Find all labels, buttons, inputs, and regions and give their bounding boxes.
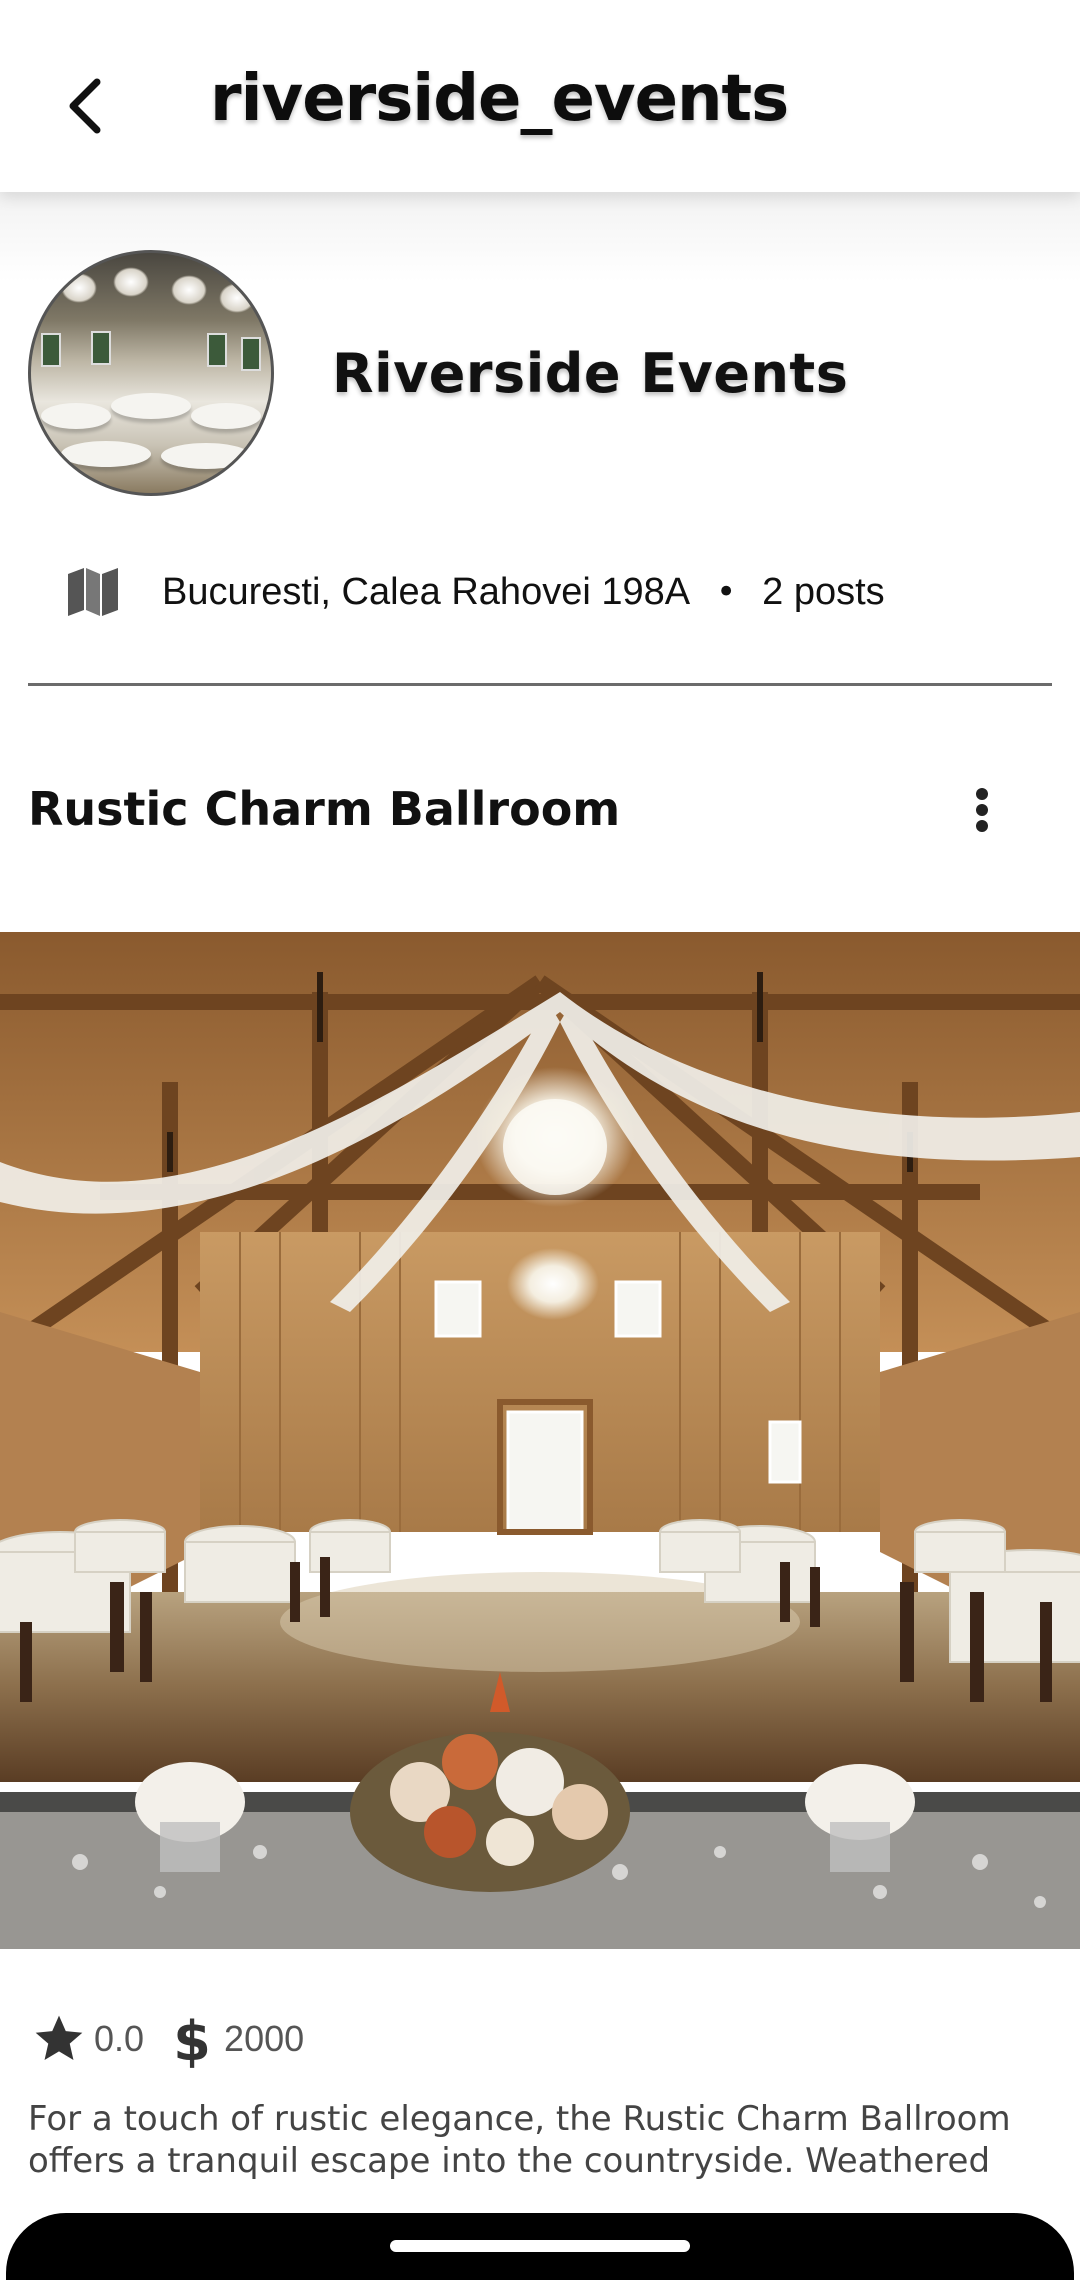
home-indicator[interactable]	[390, 2240, 690, 2252]
rating-value: 0.0	[94, 2018, 145, 2059]
back-button[interactable]	[50, 66, 120, 146]
app-bar: riverside_events	[0, 0, 1080, 192]
page-title: riverside_events	[210, 62, 789, 136]
ballroom-photo	[0, 932, 1080, 1949]
map-icon	[68, 568, 118, 616]
meta-separator: •	[716, 572, 737, 612]
more-vert-icon	[976, 788, 988, 800]
post-image[interactable]	[0, 932, 1080, 1949]
more-options-button[interactable]	[960, 778, 1004, 842]
price-value: 2000	[224, 2018, 305, 2059]
venue-address: Bucuresti, Calea Rahovei 198A	[162, 570, 691, 613]
profile-header: Riverside Events Bucuresti, Calea Rahove…	[0, 192, 1080, 692]
dollar-icon: $	[173, 2010, 211, 2068]
svg-text:$: $	[173, 2010, 211, 2068]
venue-meta: Bucuresti, Calea Rahovei 198A • 2 posts	[66, 562, 885, 622]
divider	[28, 683, 1052, 686]
post-title: Rustic Charm Ballroom	[28, 782, 621, 836]
avatar[interactable]	[28, 250, 274, 496]
venue-name: Riverside Events	[332, 342, 849, 405]
post-stats: 0.0 $ 2000	[30, 2004, 304, 2074]
post-description: For a touch of rustic elegance, the Rust…	[28, 2099, 1011, 2181]
star-icon	[35, 2015, 83, 2060]
chevron-left-icon	[69, 78, 101, 134]
posts-count: 2 posts	[762, 570, 885, 613]
